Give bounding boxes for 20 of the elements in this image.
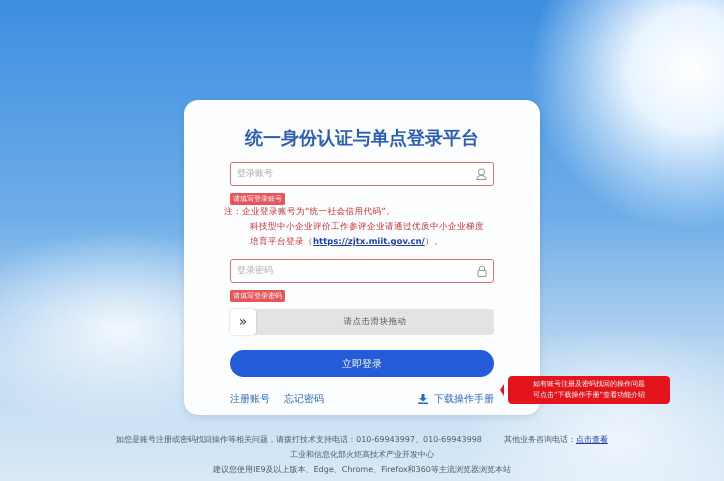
browser-text: 建议您使用IE9及以上版本、Edge、Chrome、Firefox和360等主流浏览器浏览本站: [213, 464, 511, 476]
organization-text: 工业和信息化部火炬高技术产业开发中心: [290, 449, 434, 461]
password-field[interactable]: 登录密码: [230, 259, 494, 283]
lock-icon: [477, 265, 487, 277]
evaluation-note: 科技型中小企业评价工作参评企业请通过优质中小企业梯度培育平台登录（https://zjtx.miit.gov.cn/）。: [249, 220, 485, 249]
account-note: 注：企业登录账号为“统一社会信用代码”。: [224, 206, 396, 219]
account-link[interactable]: 注册账号: [230, 392, 270, 406]
support-text: 如您是账号注册或密码找回操作等相关问题，请拨打技术支持电话：010-69943997、010-69943998: [116, 434, 482, 446]
account-link[interactable]: 忘记密码: [284, 392, 324, 406]
slider-handle[interactable]: »: [230, 309, 256, 335]
download-icon: [418, 394, 428, 404]
account-field[interactable]: 登录账号: [230, 162, 494, 186]
platform-link[interactable]: https://zjtx.miit.gov.cn/: [313, 237, 425, 247]
download-manual-link[interactable]: 下载操作手册: [434, 392, 494, 406]
user-icon: [476, 168, 487, 180]
inquiry-label: 其他业务咨询电话：: [504, 434, 576, 446]
login-button[interactable]: 立即登录: [230, 350, 494, 377]
slider-hint: 请点击滑块拖动: [342, 316, 408, 328]
view-link[interactable]: 点击查看: [576, 432, 608, 447]
platform-title: 统一身份认证与单点登录平台: [244, 127, 480, 150]
